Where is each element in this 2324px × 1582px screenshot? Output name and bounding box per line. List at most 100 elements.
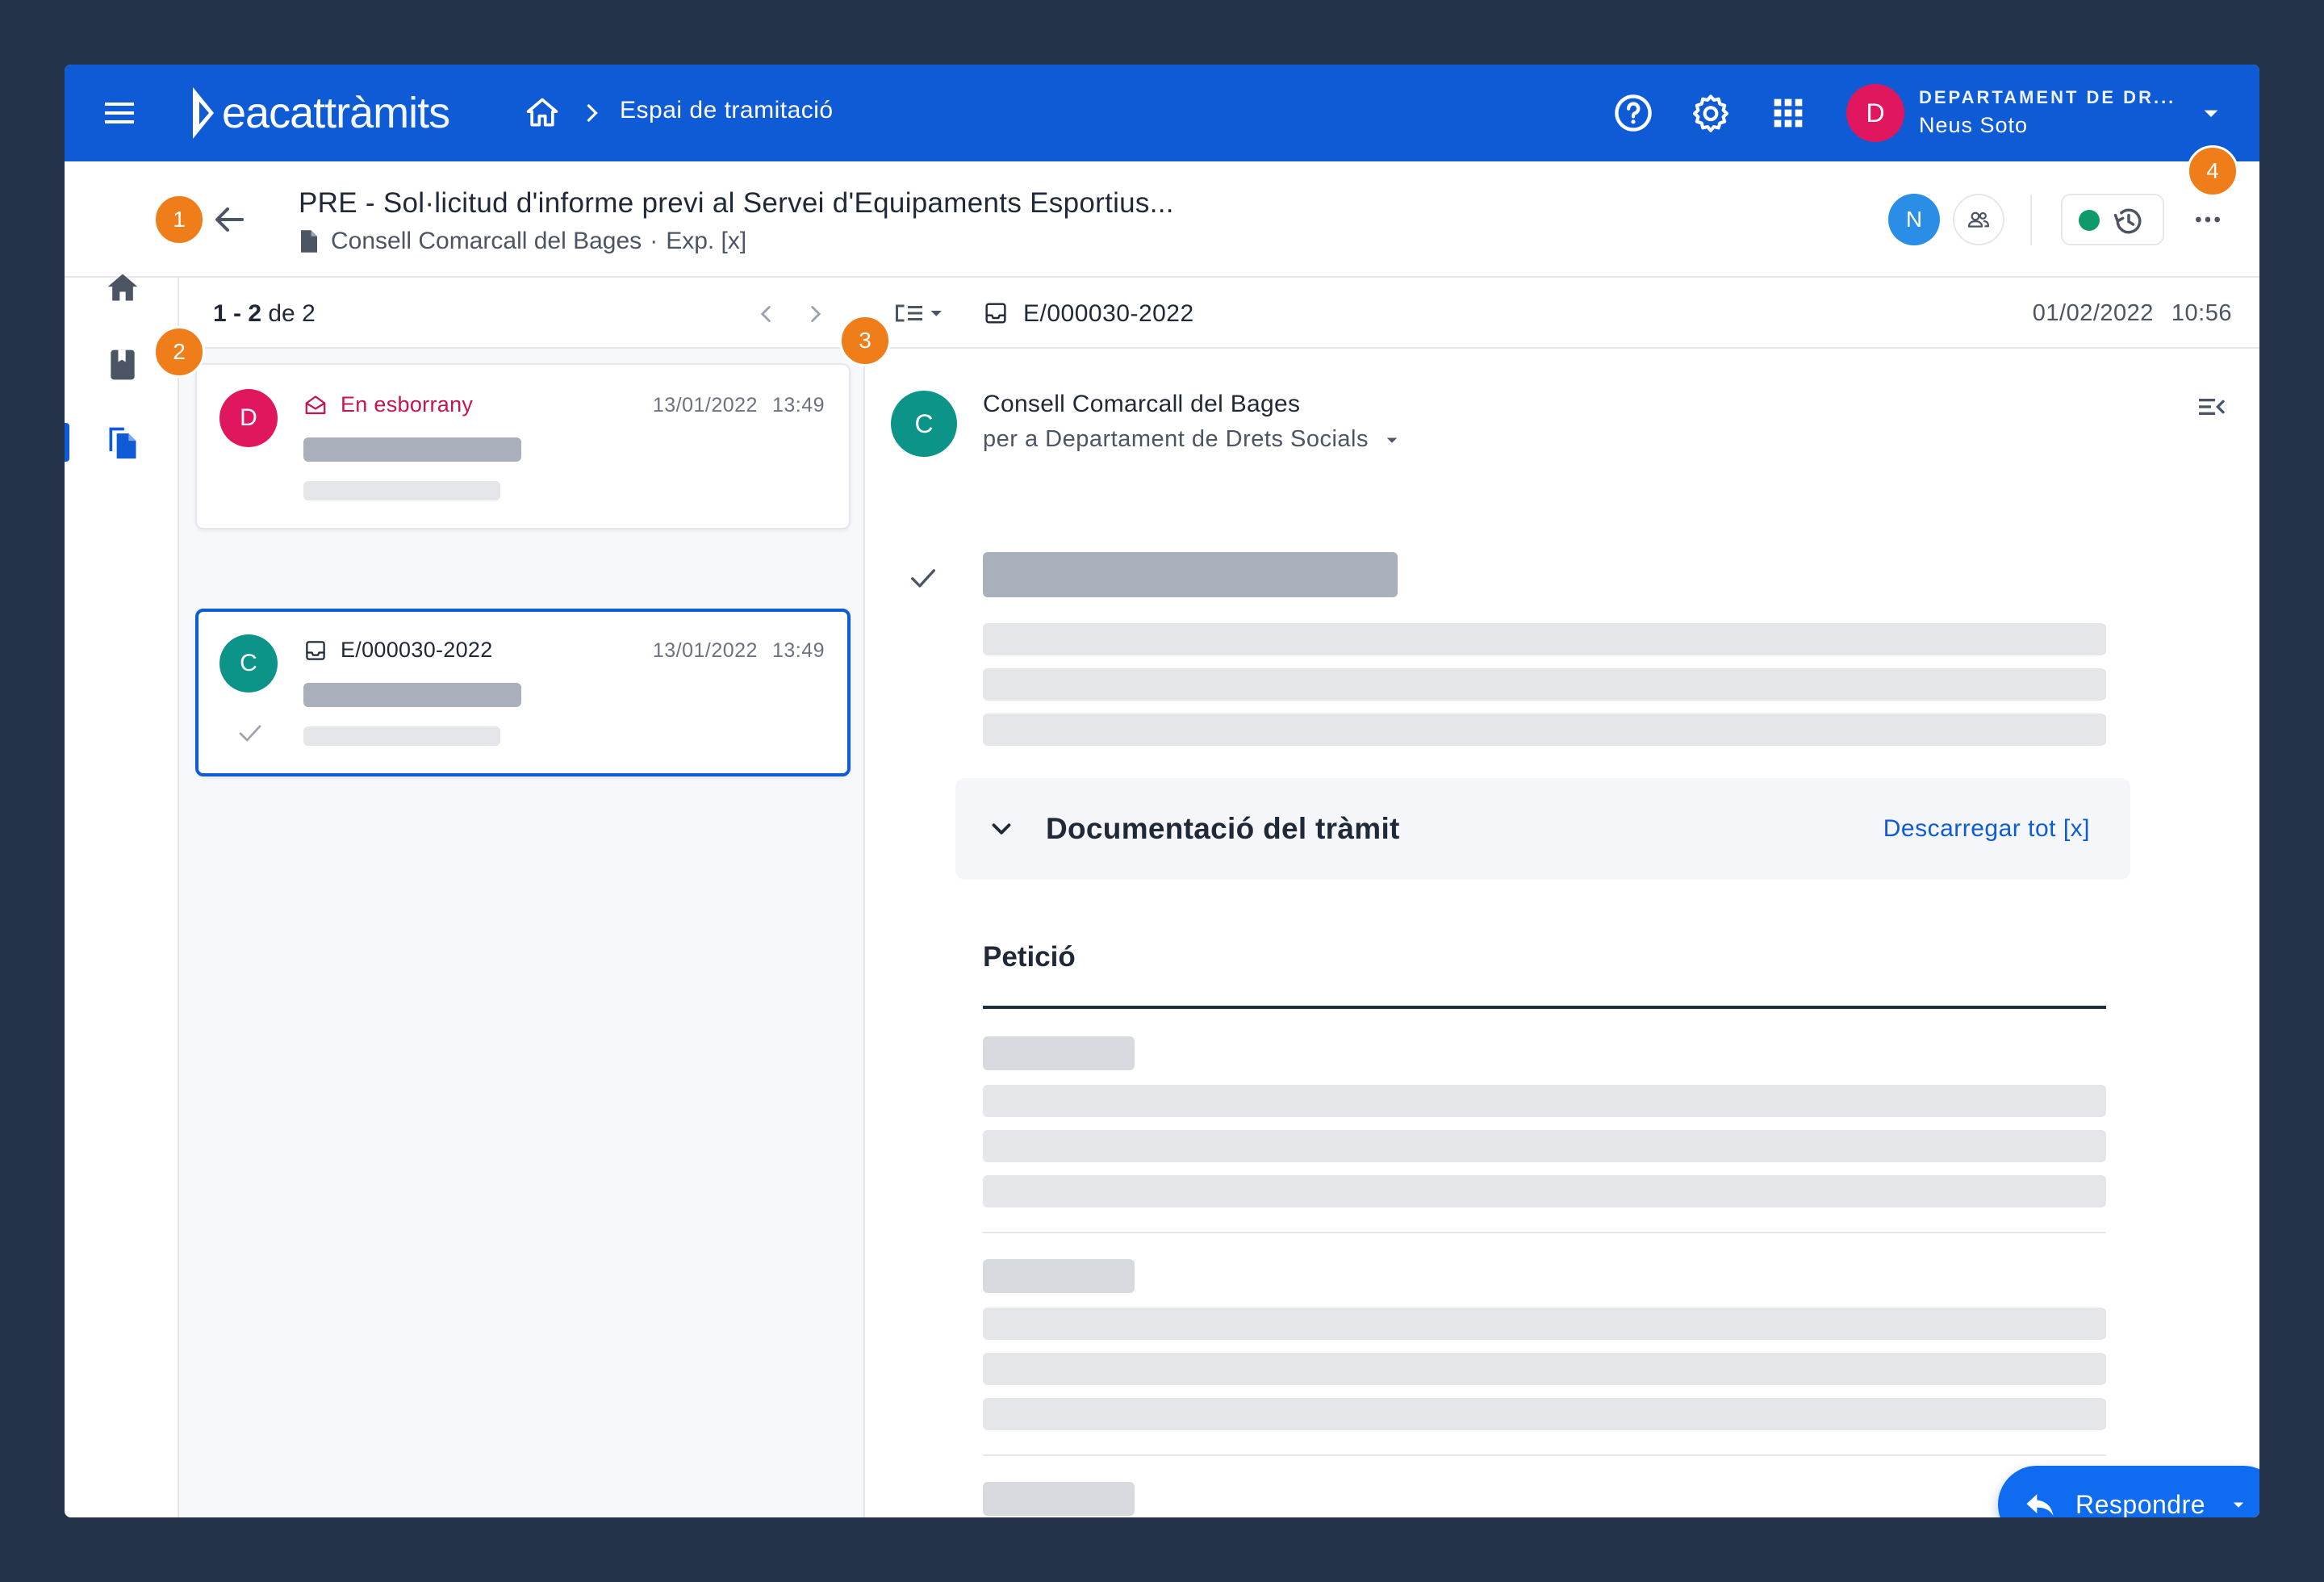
view-mode-toggle-icon[interactable] [891, 299, 949, 328]
list-item-time: 13:49 [771, 394, 825, 416]
placeholder-line [983, 1353, 2106, 1385]
rail-book-icon[interactable] [105, 347, 140, 383]
sender-avatar: C [891, 391, 957, 457]
more-options-icon[interactable] [2190, 203, 2226, 236]
logo-text-primary: eacat [222, 89, 325, 137]
rail-active-indicator [65, 423, 69, 462]
chevron-down-icon[interactable] [986, 814, 1017, 844]
list-item-label-text: E/000030-2022 [341, 638, 493, 662]
list-item[interactable]: D En esborrany 13/01/2022 13:49 [195, 363, 851, 529]
placeholder-line [983, 1175, 2106, 1207]
hamburger-menu-icon[interactable] [100, 94, 139, 132]
placeholder-line [983, 1085, 2106, 1117]
list-item-label: E/000030-2022 [303, 638, 493, 663]
download-all-link[interactable]: Descarregar tot [x] [1883, 815, 2090, 843]
list-item-label: En esborrany [303, 392, 473, 417]
list-item-datetime: 13/01/2022 13:49 [653, 639, 825, 663]
step-badge-2: 2 [153, 326, 205, 378]
placeholder-subject [303, 437, 521, 462]
placeholder-preview [303, 481, 500, 500]
breadcrumb-current[interactable]: Espai de tramitació [620, 97, 834, 124]
placeholder-subject [303, 683, 521, 707]
procedure-file-ref: Exp. [x] [666, 228, 747, 254]
list-item-date: 13/01/2022 [652, 394, 758, 416]
envelope-open-icon [305, 395, 326, 414]
step-badge-3: 3 [839, 315, 891, 366]
app-logo[interactable]: eacat tràmits [190, 86, 450, 140]
organization-name[interactable]: DEPARTAMENT DE DR... [1919, 87, 2176, 108]
apps-grid-icon[interactable] [1767, 92, 1809, 134]
placeholder-subject [983, 552, 1398, 597]
user-avatar[interactable]: D [1846, 84, 1904, 142]
registry-date: 01/02/2022 [2032, 300, 2154, 326]
settings-gear-icon[interactable] [1690, 92, 1732, 134]
assignee-avatar[interactable]: N [1888, 194, 1940, 245]
list-item-label-text: En esborrany [341, 392, 474, 416]
documentation-panel: Documentació del tràmit Descarregar tot … [955, 778, 2130, 880]
placeholder-line [983, 1398, 2106, 1430]
placeholder-preview [303, 726, 500, 746]
message-list-pane: 1 - 2 de 2 D En esborrany 13/01/2022 13:… [179, 278, 865, 1517]
documentation-title[interactable]: Documentació del tràmit [1046, 812, 1400, 846]
registry-number: E/000030-2022 [1023, 300, 1194, 327]
detail-pane: E/000030-2022 01/02/2022 10:56 C Consell … [865, 278, 2259, 1517]
list-item-time: 13:49 [771, 639, 825, 662]
step-badge-4: 4 [2187, 145, 2238, 197]
reply-button-label: Respondre [2075, 1489, 2206, 1518]
reply-arrow-icon [2026, 1494, 2054, 1516]
recipient-selector[interactable]: per a Departament de Drets Socials [983, 426, 1404, 453]
section-title: Petició [983, 941, 1076, 973]
breadcrumb-home-icon[interactable] [525, 95, 560, 131]
subtitle-separator: · [650, 228, 658, 254]
header-divider [2030, 195, 2032, 245]
next-page-icon[interactable] [802, 300, 830, 328]
top-bar: eacat tràmits Espai de tramitació D DEPA… [65, 65, 2259, 161]
sender-name: Consell Comarcall del Bages [983, 391, 1301, 417]
placeholder-line [983, 1130, 2106, 1162]
people-icon [1967, 211, 1990, 228]
inbox-icon [985, 303, 1006, 324]
history-icon [2113, 208, 2142, 234]
status-history-button[interactable] [2061, 194, 2164, 245]
prev-page-icon[interactable] [752, 300, 780, 328]
list-total: 2 [302, 300, 316, 327]
placeholder-field-label [983, 1259, 1135, 1293]
breadcrumb-chevron-icon [587, 104, 598, 122]
app-window: eacat tràmits Espai de tramitació D DEPA… [65, 65, 2259, 1517]
rail-documents-icon[interactable] [105, 425, 140, 460]
registry-datetime: 01/02/2022 10:56 [2033, 300, 2232, 327]
collapse-panel-icon[interactable] [2195, 391, 2227, 423]
document-icon [301, 230, 317, 253]
help-icon[interactable] [1612, 92, 1654, 134]
check-icon [239, 725, 261, 742]
list-of-label: de [268, 300, 295, 327]
placeholder-field-label [983, 1482, 1135, 1516]
list-item-avatar: D [219, 389, 278, 447]
user-menu-caret-icon[interactable] [2195, 97, 2227, 129]
logo-text-secondary: tràmits [324, 89, 450, 137]
user-name[interactable]: Neus Soto [1919, 113, 2028, 138]
rail-home-icon[interactable] [105, 270, 140, 305]
back-arrow-icon[interactable] [210, 200, 249, 239]
inbox-icon [306, 640, 325, 660]
participants-button[interactable] [1953, 194, 2004, 245]
list-range: 1 - 2 [213, 300, 262, 327]
recipient-label: per a Departament de Drets Socials [983, 426, 1369, 452]
section-divider [983, 1232, 2106, 1233]
list-item-avatar: C [219, 634, 278, 693]
list-item-selected[interactable]: C E/000030-2022 13/01/2022 13:49 [195, 609, 851, 776]
procedure-organization: Consell Comarcall del Bages [331, 228, 642, 254]
section-rule [983, 1006, 2106, 1009]
placeholder-line [983, 623, 2106, 655]
step-badge-1: 1 [153, 194, 205, 245]
left-rail [65, 274, 179, 1517]
list-header: 1 - 2 de 2 [179, 278, 865, 349]
section-divider [983, 1454, 2106, 1456]
procedure-subtitle: Consell Comarcall del Bages · Exp. [x] [299, 228, 746, 255]
reply-caret-icon[interactable] [2226, 1492, 2251, 1517]
procedure-title: PRE - Sol·licitud d'informe previ al Ser… [299, 187, 1174, 219]
check-icon [911, 569, 935, 588]
reply-button[interactable]: Respondre [1998, 1466, 2259, 1517]
list-item-datetime: 13/01/2022 13:49 [653, 394, 825, 417]
placeholder-line [983, 668, 2106, 701]
